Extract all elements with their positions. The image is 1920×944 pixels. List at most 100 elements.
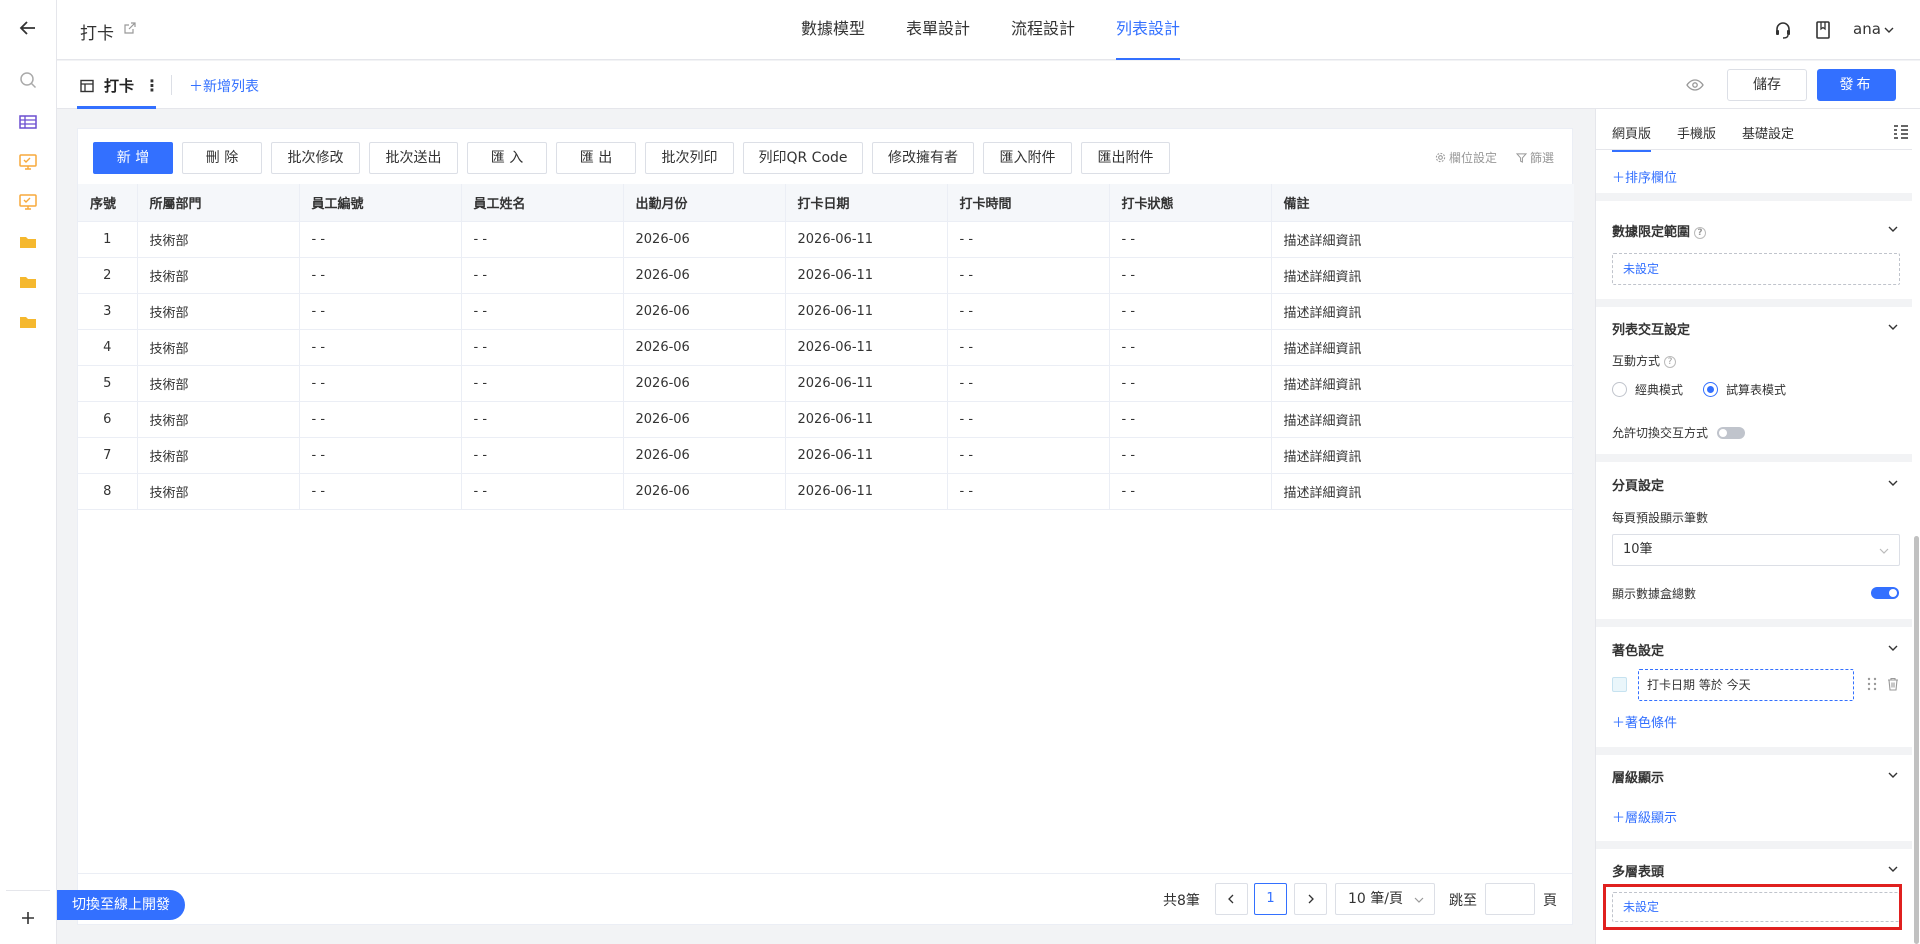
more-vertical-icon[interactable]: ⋮ bbox=[144, 76, 160, 95]
table-cell[interactable]: - - bbox=[947, 293, 1110, 330]
chevron-down-icon[interactable] bbox=[1886, 768, 1900, 782]
table-cell[interactable]: 2026-06 bbox=[623, 293, 786, 330]
batch-print-button[interactable]: 批次列印 bbox=[645, 142, 734, 174]
per-page-select[interactable]: 10筆 bbox=[1612, 534, 1900, 566]
column-header[interactable]: 員工姓名 bbox=[461, 184, 624, 222]
table-row[interactable]: 5 技術部 - -- -2026-06 2026-06-11- -- - 描述詳細資訊 bbox=[78, 365, 1574, 402]
table-cell[interactable]: 2026-06 bbox=[623, 257, 786, 294]
column-header[interactable]: 打卡日期 bbox=[785, 184, 948, 222]
batch-edit-button[interactable]: 批次修改 bbox=[271, 142, 360, 174]
table-cell[interactable]: - - bbox=[461, 401, 624, 438]
table-cell[interactable]: 2026-06-11 bbox=[785, 365, 948, 402]
table-row[interactable]: 7 技術部 - -- -2026-06 2026-06-11- -- - 描述詳細資訊 bbox=[78, 437, 1574, 474]
table-cell[interactable]: 技術部 bbox=[137, 473, 300, 510]
switch-online-dev-button[interactable]: 切換至線上開發 bbox=[57, 890, 185, 920]
table-cell[interactable]: - - bbox=[299, 293, 462, 330]
table-cell[interactable]: 1 bbox=[78, 221, 138, 258]
table-row[interactable]: 2 技術部 - -- -2026-06 2026-06-11- -- - 描述詳細資訊 bbox=[78, 257, 1574, 294]
table-cell[interactable]: 技術部 bbox=[137, 365, 300, 402]
column-header[interactable]: 序號 bbox=[78, 184, 138, 222]
table-cell[interactable]: 2026-06 bbox=[623, 473, 786, 510]
table-cell[interactable]: - - bbox=[461, 257, 624, 294]
table-cell[interactable]: 描述詳細資訊 bbox=[1271, 365, 1574, 402]
add-hierarchy-button[interactable]: ＋層級顯示 bbox=[1612, 807, 1677, 826]
table-cell[interactable]: 描述詳細資訊 bbox=[1271, 473, 1574, 510]
table-cell[interactable]: - - bbox=[1109, 473, 1272, 510]
print-qrcode-button[interactable]: 列印QR Code bbox=[743, 142, 863, 174]
drag-handle-icon[interactable] bbox=[1866, 677, 1878, 691]
user-name[interactable]: ana bbox=[1853, 20, 1881, 38]
folder-icon[interactable] bbox=[18, 312, 38, 332]
table-cell[interactable]: 描述詳細資訊 bbox=[1271, 257, 1574, 294]
table-cell[interactable]: - - bbox=[1109, 329, 1272, 366]
table-cell[interactable]: - - bbox=[947, 401, 1110, 438]
goto-page-input[interactable] bbox=[1485, 883, 1535, 915]
tab-mobile[interactable]: 手機版 bbox=[1677, 123, 1716, 152]
table-cell[interactable]: 5 bbox=[78, 365, 138, 402]
radio-classic-mode[interactable]: 經典模式 bbox=[1612, 381, 1683, 398]
column-header[interactable]: 員工編號 bbox=[299, 184, 462, 222]
table-cell[interactable]: - - bbox=[299, 329, 462, 366]
radio-spreadsheet-mode[interactable]: 試算表模式 bbox=[1703, 381, 1786, 398]
table-cell[interactable]: 2026-06 bbox=[623, 401, 786, 438]
tab-data-model[interactable]: 數據模型 bbox=[801, 0, 865, 60]
table-cell[interactable]: 4 bbox=[78, 329, 138, 366]
page-size-select[interactable]: 10 筆/頁 bbox=[1335, 883, 1435, 915]
page-number-button[interactable]: 1 bbox=[1254, 883, 1287, 915]
table-cell[interactable]: - - bbox=[1109, 437, 1272, 474]
table-cell[interactable]: 2026-06 bbox=[623, 329, 786, 366]
table-cell[interactable]: 技術部 bbox=[137, 293, 300, 330]
table-cell[interactable]: - - bbox=[299, 257, 462, 294]
list-tab[interactable]: 打卡 bbox=[80, 75, 134, 96]
monitor-form-icon[interactable] bbox=[18, 152, 38, 172]
show-total-toggle[interactable] bbox=[1871, 587, 1899, 599]
table-cell[interactable]: - - bbox=[461, 293, 624, 330]
outline-menu-icon[interactable] bbox=[1892, 123, 1910, 141]
chevron-down-icon[interactable] bbox=[1886, 862, 1900, 876]
table-cell[interactable]: 技術部 bbox=[137, 401, 300, 438]
add-color-condition-button[interactable]: ＋著色條件 bbox=[1612, 712, 1677, 731]
table-cell[interactable]: - - bbox=[299, 473, 462, 510]
table-cell[interactable]: 2026-06-11 bbox=[785, 293, 948, 330]
table-cell[interactable]: 2026-06 bbox=[623, 365, 786, 402]
column-header[interactable]: 備註 bbox=[1271, 184, 1574, 222]
chevron-down-icon[interactable] bbox=[1886, 476, 1900, 490]
table-cell[interactable]: 2026-06 bbox=[623, 221, 786, 258]
table-cell[interactable]: - - bbox=[1109, 221, 1272, 258]
scrollbar-thumb[interactable] bbox=[1914, 536, 1919, 944]
next-page-button[interactable] bbox=[1294, 883, 1327, 915]
table-cell[interactable]: - - bbox=[461, 221, 624, 258]
table-row[interactable]: 8 技術部 - -- -2026-06 2026-06-11- -- - 描述詳細資訊 bbox=[78, 473, 1574, 510]
table-cell[interactable]: 技術部 bbox=[137, 437, 300, 474]
column-header[interactable]: 打卡狀態 bbox=[1109, 184, 1272, 222]
import-button[interactable]: 匯 入 bbox=[467, 142, 547, 174]
table-cell[interactable]: - - bbox=[299, 401, 462, 438]
table-cell[interactable]: 技術部 bbox=[137, 221, 300, 258]
add-list-button[interactable]: ＋新增列表 bbox=[189, 76, 259, 96]
table-cell[interactable]: - - bbox=[947, 221, 1110, 258]
plus-icon[interactable] bbox=[18, 908, 38, 928]
table-row[interactable]: 3 技術部 - -- -2026-06 2026-06-11- -- - 描述詳細資訊 bbox=[78, 293, 1574, 330]
table-cell[interactable]: 3 bbox=[78, 293, 138, 330]
table-row[interactable]: 6 技術部 - -- -2026-06 2026-06-11- -- - 描述詳細資訊 bbox=[78, 401, 1574, 438]
chevron-down-icon[interactable] bbox=[1886, 222, 1900, 236]
column-header[interactable]: 所屬部門 bbox=[137, 184, 300, 222]
column-header[interactable]: 打卡時間 bbox=[947, 184, 1110, 222]
table-cell[interactable]: 2026-06 bbox=[623, 437, 786, 474]
import-attachment-button[interactable]: 匯入附件 bbox=[983, 142, 1072, 174]
table-cell[interactable]: - - bbox=[1109, 293, 1272, 330]
allow-switch-toggle[interactable] bbox=[1717, 427, 1745, 439]
export-button[interactable]: 匯 出 bbox=[556, 142, 636, 174]
field-settings-button[interactable]: 欄位設定 bbox=[1435, 149, 1497, 166]
table-cell[interactable]: - - bbox=[947, 437, 1110, 474]
help-icon[interactable]: ? bbox=[1694, 227, 1707, 239]
table-cell[interactable]: 2026-06-11 bbox=[785, 473, 948, 510]
table-cell[interactable]: 技術部 bbox=[137, 257, 300, 294]
table-cell[interactable]: 技術部 bbox=[137, 329, 300, 366]
batch-submit-button[interactable]: 批次送出 bbox=[369, 142, 458, 174]
headset-support-icon[interactable] bbox=[1773, 20, 1793, 40]
table-cell[interactable]: 2026-06-11 bbox=[785, 401, 948, 438]
table-row[interactable]: 4 技術部 - -- -2026-06 2026-06-11- -- - 描述詳細資訊 bbox=[78, 329, 1574, 366]
table-cell[interactable]: 2 bbox=[78, 257, 138, 294]
table-cell[interactable]: 描述詳細資訊 bbox=[1271, 437, 1574, 474]
